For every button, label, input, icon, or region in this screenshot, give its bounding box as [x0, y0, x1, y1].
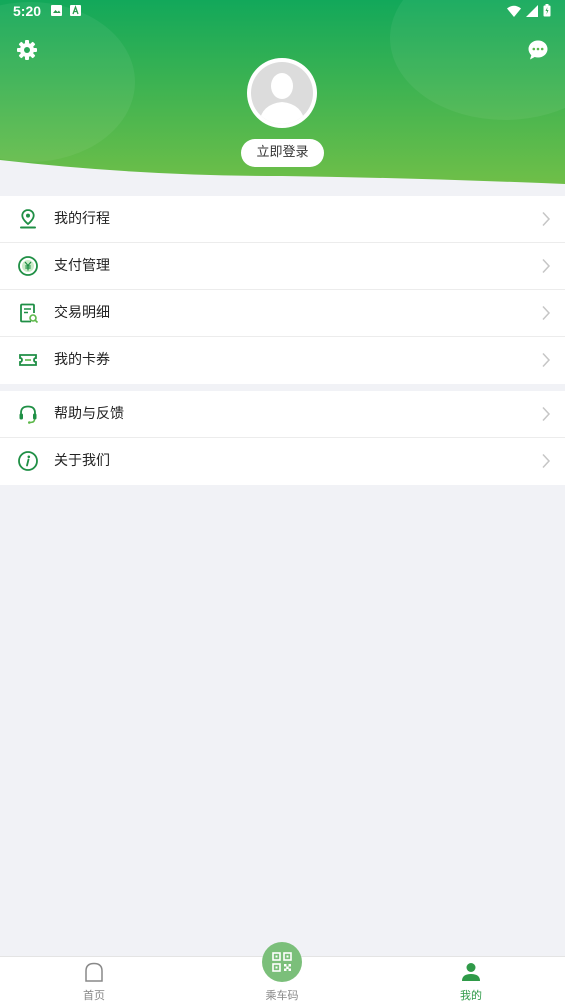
menu-label: 我的卡券	[54, 352, 110, 368]
receipt-search-icon	[20, 303, 39, 324]
menu-label: 帮助与反馈	[54, 406, 124, 422]
menu-label: 关于我们	[54, 453, 110, 469]
image-notification-icon	[51, 5, 62, 16]
text-notification-icon	[70, 5, 81, 16]
nav-tab-home[interactable]: 首页	[34, 957, 154, 1005]
login-button[interactable]: 立即登录	[241, 139, 324, 167]
menu-item-payment[interactable]: 支付管理	[0, 243, 565, 290]
ticket-coupon-icon	[19, 354, 37, 366]
menu-group-support: 帮助与反馈 关于我们	[0, 391, 565, 485]
menu-item-about-us[interactable]: 关于我们	[0, 438, 565, 485]
yuan-coin-icon	[18, 256, 38, 276]
user-icon	[462, 963, 480, 981]
wifi-icon	[507, 5, 521, 17]
status-time: 5:20	[13, 3, 42, 19]
nav-label: 乘车码	[265, 989, 299, 1002]
menu-group-main: 我的行程 支付管理 交易明细 我的卡券	[0, 196, 565, 384]
menu-item-help-feedback[interactable]: 帮助与反馈	[0, 391, 565, 438]
status-notification-icons	[51, 5, 81, 16]
chevron-right-icon	[542, 406, 551, 422]
gear-icon	[17, 40, 37, 60]
location-pin-icon	[20, 209, 36, 229]
nav-label: 我的	[460, 989, 482, 1002]
qr-code-icon	[272, 952, 292, 972]
chat-bubble-icon	[528, 40, 548, 60]
headset-icon	[19, 405, 37, 424]
qr-code-button[interactable]	[262, 942, 302, 982]
nav-label: 首页	[83, 989, 105, 1002]
home-icon	[85, 962, 103, 982]
chevron-right-icon	[542, 211, 551, 227]
battery-icon	[543, 4, 551, 17]
chevron-right-icon	[542, 352, 551, 368]
status-system-icons	[507, 4, 551, 17]
menu-item-transactions[interactable]: 交易明细	[0, 290, 565, 337]
message-button[interactable]	[526, 38, 550, 62]
status-bar: 5:20	[0, 0, 565, 24]
menu-label: 支付管理	[54, 258, 110, 274]
menu-item-my-trips[interactable]: 我的行程	[0, 196, 565, 243]
menu-item-coupons[interactable]: 我的卡券	[0, 337, 565, 384]
menu-label: 我的行程	[54, 211, 110, 227]
settings-button[interactable]	[15, 38, 39, 62]
default-user-icon	[259, 73, 305, 124]
profile-header: 5:20 立即登录	[0, 0, 565, 200]
chevron-right-icon	[542, 453, 551, 469]
chevron-right-icon	[542, 258, 551, 274]
menu-label: 交易明细	[54, 305, 110, 321]
info-icon	[18, 451, 38, 471]
nav-tab-mine[interactable]: 我的	[411, 957, 531, 1005]
signal-icon	[526, 4, 538, 17]
avatar-image	[251, 62, 313, 124]
chevron-right-icon	[542, 305, 551, 321]
avatar[interactable]	[247, 58, 317, 128]
